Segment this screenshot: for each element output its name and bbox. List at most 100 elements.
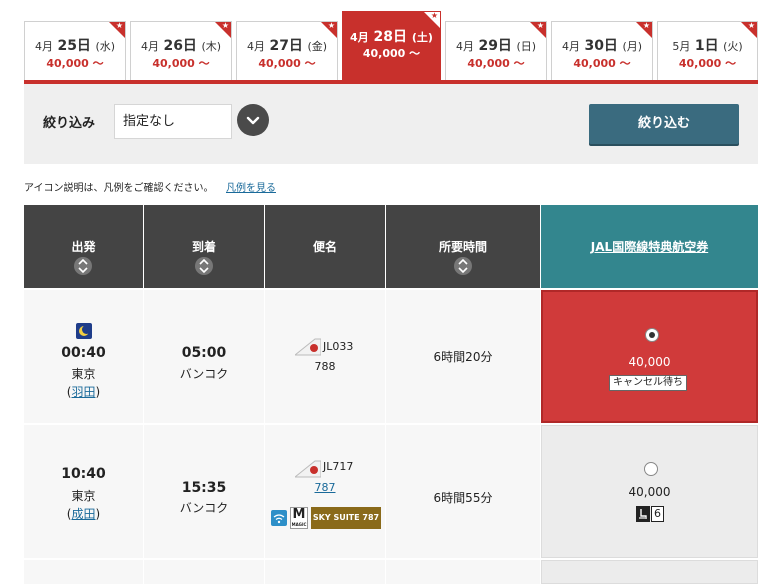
tab-weekday: (金) — [307, 40, 328, 53]
filter-select[interactable]: 指定なし — [114, 104, 232, 139]
star-icon: ★ — [430, 11, 438, 20]
star-icon: ★ — [536, 21, 544, 30]
aircraft-type: 788 — [314, 360, 336, 373]
jal-tail-icon — [295, 460, 321, 478]
tab-month: 4月 — [455, 40, 474, 53]
flight-number: JL717 — [323, 460, 354, 473]
star-icon: ★ — [747, 21, 755, 30]
flight-number: JL033 — [323, 340, 354, 353]
flight-table: 出発 到着 便名 所要時間 JAL国際線特典航空券 00:40 東京 (羽田) … — [24, 205, 758, 584]
airport-link[interactable]: 羽田 — [71, 385, 95, 399]
filter-label: 絞り込み — [43, 116, 96, 131]
tab-weekday: (水) — [95, 40, 116, 53]
flight-duration: 6時間55分 — [433, 491, 493, 505]
header-flight-number: 便名 — [265, 205, 385, 288]
tab-weekday: (火) — [723, 40, 743, 53]
tab-month: 4月 — [350, 31, 369, 44]
tab-day: 29日 — [478, 38, 512, 54]
aircraft-type-link[interactable]: 787 — [265, 481, 385, 494]
duration-cell — [386, 560, 541, 584]
tab-month: 4月 — [34, 40, 53, 53]
date-tabs: ★ 4月 25日 (水) 40,000 〜 ★ 4月 26日 (木) 40,00… — [0, 0, 780, 84]
jal-tail-icon — [295, 338, 321, 356]
departure-time: 10:40 — [61, 466, 106, 482]
tab-price: 40,000 〜 — [362, 47, 421, 60]
header-duration[interactable]: 所要時間 — [386, 205, 540, 288]
star-icon: ★ — [221, 21, 229, 30]
tab-price: 40,000 〜 — [678, 57, 737, 70]
departure-city: 東京 — [71, 489, 96, 503]
tab-month: 5月 — [672, 40, 691, 53]
sort-icon[interactable] — [195, 257, 213, 275]
tab-day: 30日 — [584, 38, 618, 54]
date-tab-0428-active[interactable]: ★ 4月 28日 (土) 40,000 〜 — [342, 11, 441, 80]
departure-airport: (成田) — [66, 507, 101, 521]
arrival-time: 15:35 — [181, 480, 227, 496]
fare-radio[interactable] — [644, 462, 658, 476]
departure-airport: (羽田) — [66, 385, 101, 399]
duration-cell: 6時間55分 — [386, 425, 541, 558]
award-fare-cell[interactable] — [541, 560, 758, 584]
header-label: JAL国際線特典航空券 — [590, 240, 709, 254]
arrival-city: バンコク — [179, 367, 229, 381]
night-flight-icon — [76, 323, 92, 339]
tab-price: 40,000 〜 — [573, 57, 631, 70]
date-tab-0425[interactable]: ★ 4月 25日 (水) 40,000 〜 — [24, 21, 126, 80]
date-tab-0427[interactable]: ★ 4月 27日 (金) 40,000 〜 — [236, 21, 338, 80]
sort-icon[interactable] — [74, 257, 92, 275]
header-label: 出発 — [71, 240, 96, 254]
magic-seat-icon: M MAGIC — [290, 507, 308, 529]
tab-price: 40,000 〜 — [46, 57, 104, 70]
departure-city: 東京 — [71, 367, 96, 381]
status-badge: キャンセル待ち — [609, 375, 687, 391]
header-award-ticket[interactable]: JAL国際線特典航空券 — [541, 205, 758, 288]
tab-day: 25日 — [57, 38, 91, 54]
sort-icon[interactable] — [454, 257, 472, 275]
tab-weekday: (日) — [516, 40, 537, 53]
wifi-icon — [271, 510, 287, 526]
filter-bar: 絞り込み 指定なし 絞り込む — [24, 84, 758, 164]
seats-remaining: 6 — [636, 506, 666, 522]
legend-link[interactable]: 凡例を見る — [226, 179, 276, 194]
award-fare-cell[interactable]: 40,000 6 — [541, 425, 758, 558]
tab-day: 26日 — [163, 38, 197, 54]
flight-cell — [265, 560, 386, 584]
header-arrival[interactable]: 到着 — [144, 205, 264, 288]
table-row: 10:40 東京 (成田) 15:35 バンコク JL717 787 M MAG… — [24, 425, 758, 558]
tab-weekday: (月) — [622, 40, 643, 53]
award-fare-cell-selected[interactable]: 40,000 キャンセル待ち — [541, 290, 758, 423]
tab-month: 4月 — [140, 40, 159, 53]
award-price: 40,000 — [628, 355, 671, 369]
award-price: 40,000 — [628, 485, 671, 499]
date-tab-0426[interactable]: ★ 4月 26日 (木) 40,000 〜 — [130, 21, 232, 80]
sky-suite-badge: SKY SUITE 787 — [311, 507, 381, 529]
date-tab-0501[interactable]: ★ 5月 1日 (火) 40,000 〜 — [657, 21, 758, 80]
fare-radio-selected[interactable] — [645, 328, 659, 342]
arrival-cell: 15:35 バンコク — [144, 425, 265, 558]
date-tab-0430[interactable]: ★ 4月 30日 (月) 40,000 〜 — [551, 21, 653, 80]
header-label: 便名 — [312, 240, 337, 254]
tab-price: 40,000 〜 — [467, 57, 525, 70]
filter-dropdown-button[interactable] — [237, 104, 269, 136]
tab-price: 40,000 〜 — [152, 57, 210, 70]
airport-link[interactable]: 成田 — [71, 507, 95, 521]
flight-duration: 6時間20分 — [433, 350, 493, 364]
tab-day: 28日 — [373, 29, 408, 45]
flight-cell: JL717 787 M MAGIC SKY SUITE 787 — [265, 425, 386, 558]
tab-weekday: (木) — [201, 40, 222, 53]
arrival-time: 05:00 — [181, 345, 227, 361]
flight-cell: JL033 788 — [265, 290, 386, 423]
tab-day: 27日 — [269, 38, 303, 54]
tab-price: 40,000 〜 — [258, 57, 316, 70]
legend-note: アイコン説明は、凡例をご確認ください。 — [24, 183, 214, 194]
arrival-cell — [144, 560, 265, 584]
table-row: 00:40 東京 (羽田) 05:00 バンコク JL033 788 6時間20… — [24, 290, 758, 423]
departure-time: 00:40 — [61, 345, 106, 361]
star-icon: ★ — [642, 21, 650, 30]
seat-count: 6 — [651, 506, 664, 522]
apply-filter-button[interactable]: 絞り込む — [589, 104, 739, 144]
arrival-city: バンコク — [179, 501, 229, 515]
arrival-cell: 05:00 バンコク — [144, 290, 265, 423]
date-tab-0429[interactable]: ★ 4月 29日 (日) 40,000 〜 — [445, 21, 547, 80]
header-departure[interactable]: 出発 — [24, 205, 143, 288]
